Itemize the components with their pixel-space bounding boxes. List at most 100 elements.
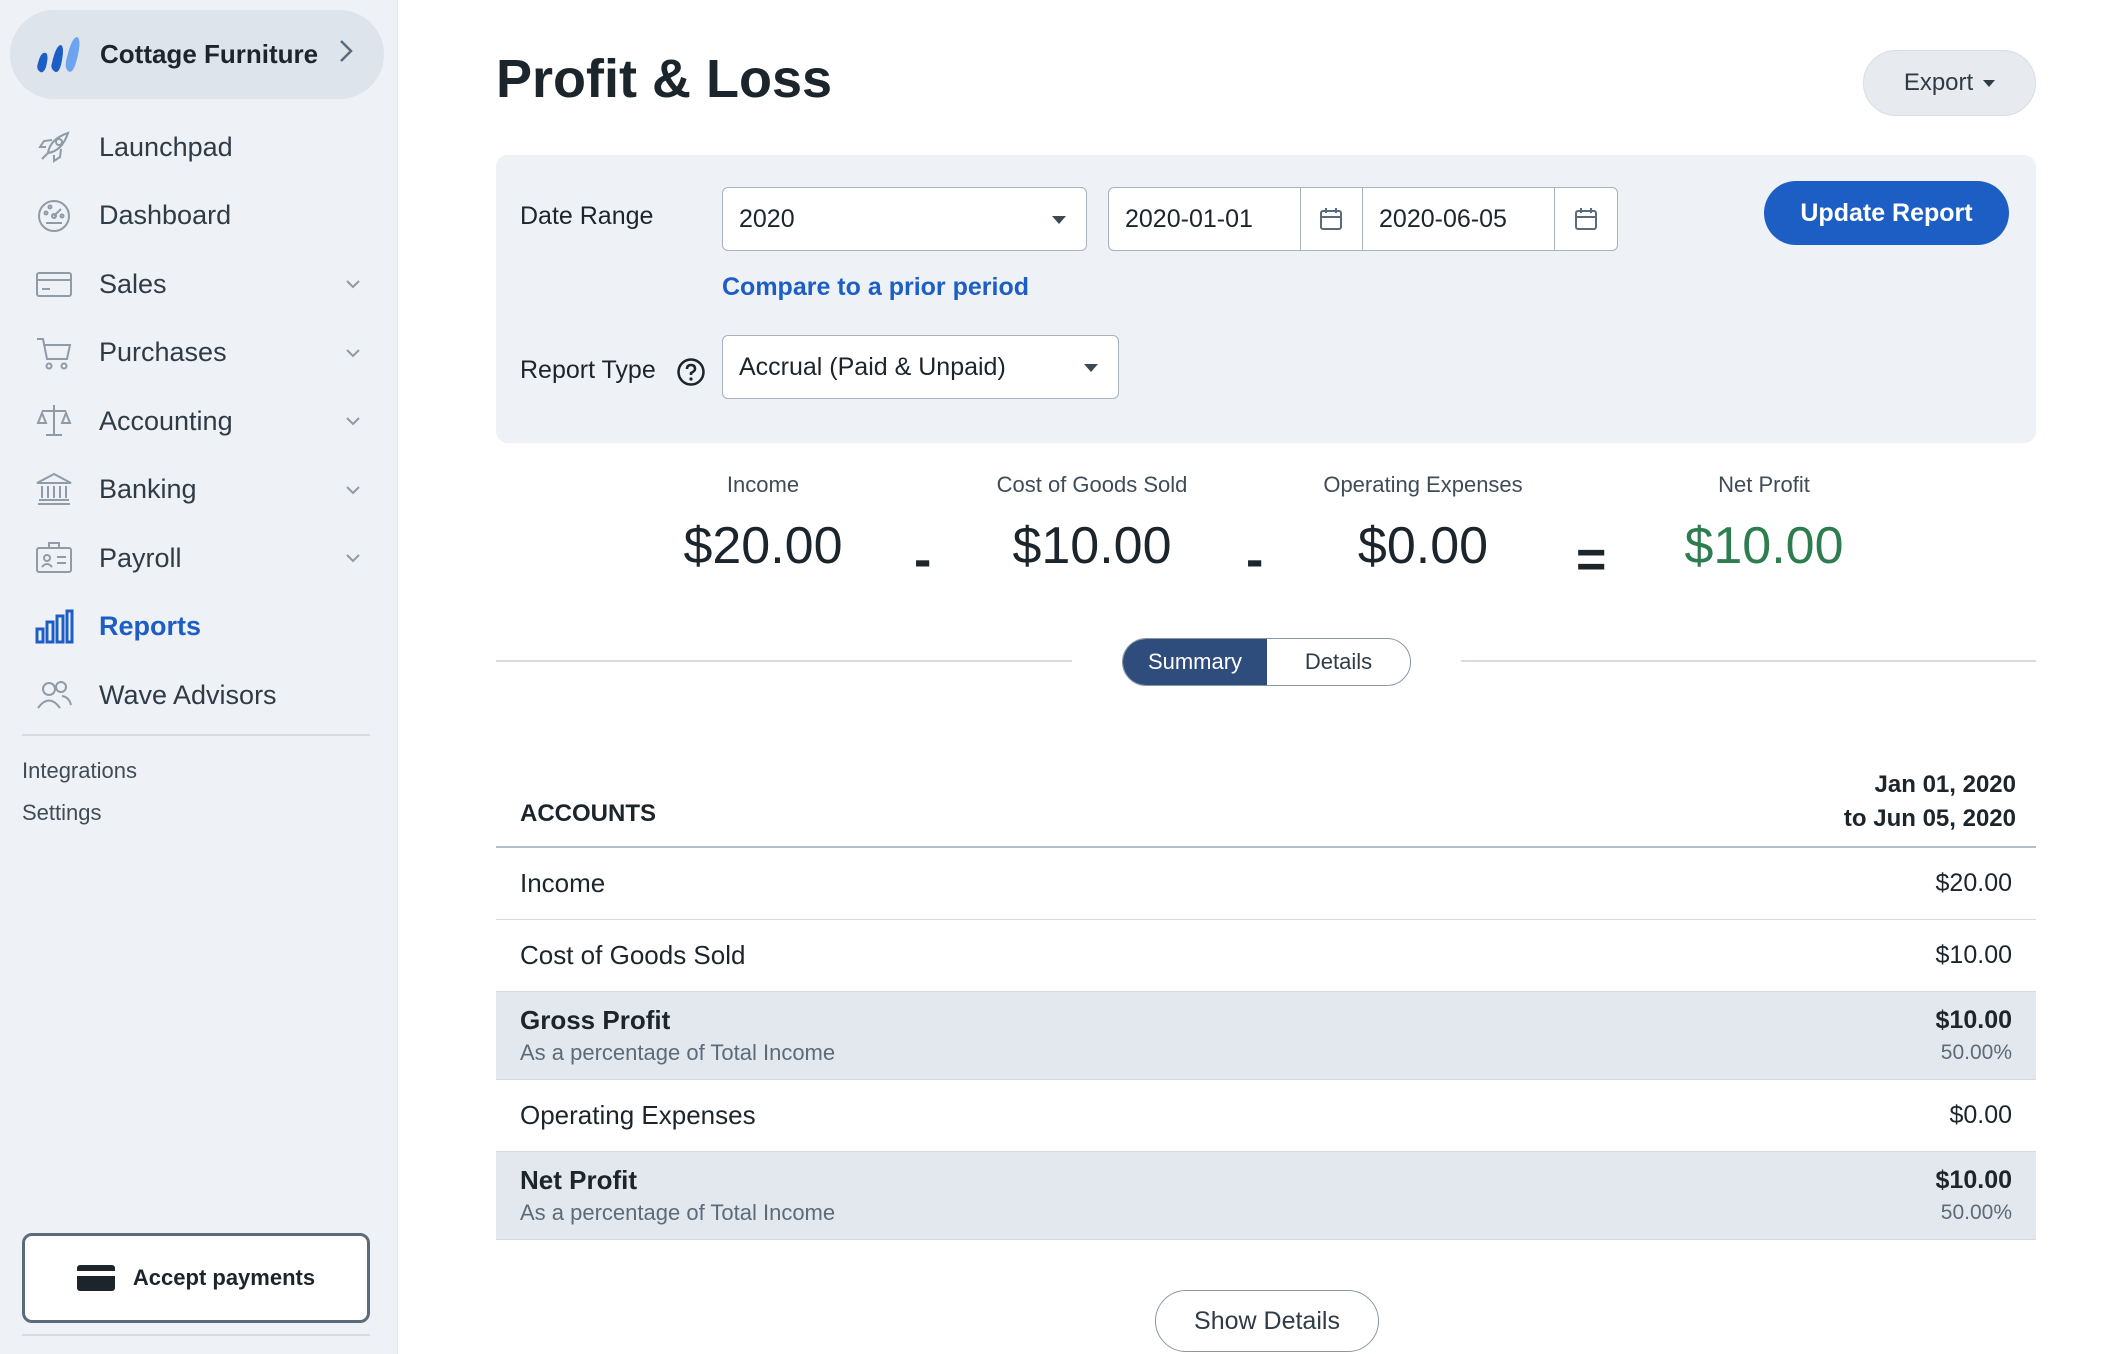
row-percentage: 50.00% [1940, 1201, 2012, 1224]
nav-label: Dashboard [99, 200, 232, 231]
income-value: $20.00 [683, 517, 843, 575]
compare-prior-period-link[interactable]: Compare to a prior period [722, 273, 1029, 302]
opex-value: $0.00 [1357, 517, 1489, 575]
row-title: Net Profit [520, 1165, 637, 1195]
sales-card-icon [33, 263, 75, 305]
chevron-right-icon [326, 38, 366, 72]
nav-label: Reports [99, 611, 202, 642]
help-icon[interactable] [676, 357, 706, 387]
nav-label: Banking [99, 474, 197, 505]
export-button[interactable]: Export [1863, 50, 2036, 116]
business-switcher[interactable]: Cottage Furniture [10, 10, 384, 99]
table-row-operating-expenses: Operating Expenses $0.00 [496, 1080, 2036, 1152]
integrations-link[interactable]: Integrations [22, 755, 137, 797]
advisors-icon [33, 674, 75, 716]
row-value: $10.00 [1935, 941, 2012, 969]
report-filters-panel: Date Range 2020 2020-01-01 2020-06-05 Co… [496, 155, 2036, 443]
business-name: Cottage Furniture [100, 39, 319, 69]
dashboard-icon [33, 195, 75, 237]
nav-label: Launchpad [99, 131, 233, 162]
bar-chart-icon [33, 606, 75, 648]
date-range-value: 2020 [739, 204, 795, 233]
minus-operator: - [1246, 531, 1264, 589]
chevron-down-icon [338, 553, 368, 563]
chevron-down-icon [338, 416, 368, 426]
period-start: Jan 01, 2020 [1874, 771, 2016, 798]
nav-label: Purchases [99, 337, 227, 368]
cogs-metric: Cost of Goods Sold $10.00 [962, 472, 1222, 576]
row-percentage: 50.00% [1940, 1041, 2012, 1064]
rocket-icon [33, 126, 75, 168]
caret-down-icon [1052, 216, 1066, 224]
nav-item-banking[interactable]: Banking [0, 456, 398, 525]
equals-operator: = [1576, 531, 1607, 589]
secondary-links: Integrations Settings [22, 755, 137, 839]
view-toggle: Summary Details [1122, 638, 1411, 686]
table-row-net-profit: Net Profit As a percentage of Total Inco… [496, 1152, 2036, 1240]
report-type-value: Accrual (Paid & Unpaid) [739, 352, 1006, 381]
chevron-down-icon [338, 279, 368, 289]
chevron-down-icon [338, 348, 368, 358]
row-value: $0.00 [1949, 1101, 2012, 1129]
income-metric: Income $20.00 [633, 472, 893, 576]
calendar-icon[interactable] [1299, 188, 1364, 250]
show-details-button[interactable]: Show Details [1155, 1290, 1379, 1352]
settings-link[interactable]: Settings [22, 797, 137, 839]
nav-item-payroll[interactable]: Payroll [0, 524, 398, 593]
minus-operator: - [914, 531, 932, 589]
calendar-icon[interactable] [1553, 188, 1617, 250]
nav-item-reports[interactable]: Reports [0, 593, 398, 662]
nav-label: Wave Advisors [99, 679, 277, 710]
row-value: $20.00 [1935, 869, 2012, 897]
row-title: Gross Profit [520, 1005, 671, 1035]
bank-icon [33, 469, 75, 511]
net-profit-metric: Net Profit $10.00 [1634, 472, 1894, 576]
end-date-input[interactable]: 2020-06-05 [1363, 188, 1554, 250]
opex-metric: Operating Expenses $0.00 [1293, 472, 1553, 576]
scale-icon [33, 400, 75, 442]
table-row-cogs: Cost of Goods Sold $10.00 [496, 920, 2036, 992]
chevron-down-icon [338, 485, 368, 495]
income-label: Income [726, 472, 800, 497]
divider [1461, 660, 2036, 662]
row-value: $10.00 [1935, 1006, 2012, 1034]
row-value: $10.00 [1935, 1166, 2012, 1194]
tab-details[interactable]: Details [1267, 639, 1410, 685]
nav-divider [22, 734, 370, 736]
caret-down-icon [1983, 79, 1996, 87]
nav-item-dashboard[interactable]: Dashboard [0, 182, 398, 251]
nav-item-purchases[interactable]: Purchases [0, 319, 398, 388]
net-profit-value: $10.00 [1684, 517, 1844, 575]
wave-logo-icon [37, 36, 80, 72]
nav-label: Sales [99, 268, 167, 299]
row-subtitle: As a percentage of Total Income [520, 1200, 836, 1225]
tab-summary[interactable]: Summary [1123, 639, 1267, 685]
accounts-column-header: ACCOUNTS [520, 800, 656, 827]
nav-item-sales[interactable]: Sales [0, 250, 398, 319]
table-row-income: Income $20.00 [496, 848, 2036, 920]
nav-item-wave-advisors[interactable]: Wave Advisors [0, 661, 398, 730]
net-profit-label: Net Profit [1718, 472, 1810, 497]
sidebar-bottom-divider [22, 1334, 370, 1336]
date-range-select[interactable]: 2020 [722, 187, 1087, 251]
main-nav: Launchpad Dashboard Sales Purchases Acco… [0, 113, 398, 730]
update-report-button[interactable]: Update Report [1764, 181, 2009, 245]
cogs-value: $10.00 [1012, 517, 1172, 575]
opex-label: Operating Expenses [1323, 472, 1523, 497]
divider [496, 660, 1072, 662]
nav-item-launchpad[interactable]: Launchpad [0, 113, 398, 182]
report-type-label: Report Type [520, 356, 656, 384]
start-date-input[interactable]: 2020-01-01 [1109, 188, 1300, 250]
nav-item-accounting[interactable]: Accounting [0, 387, 398, 456]
row-title: Operating Expenses [520, 1100, 756, 1130]
row-title: Income [520, 868, 606, 898]
table-row-gross-profit: Gross Profit As a percentage of Total In… [496, 992, 2036, 1080]
report-type-select[interactable]: Accrual (Paid & Unpaid) [722, 335, 1119, 399]
accept-payments-label: Accept payments [132, 1265, 316, 1290]
date-range-inputs: 2020-01-01 2020-06-05 [1108, 187, 1618, 251]
period-column-header: Jan 01, 2020 to Jun 05, 2020 [1844, 768, 2016, 836]
sidebar: Cottage Furniture Launchpad Dashboard Sa… [0, 0, 398, 1354]
accept-payments-button[interactable]: Accept payments [22, 1233, 370, 1323]
row-title: Cost of Goods Sold [520, 940, 746, 970]
page-title: Profit & Loss [496, 49, 833, 109]
